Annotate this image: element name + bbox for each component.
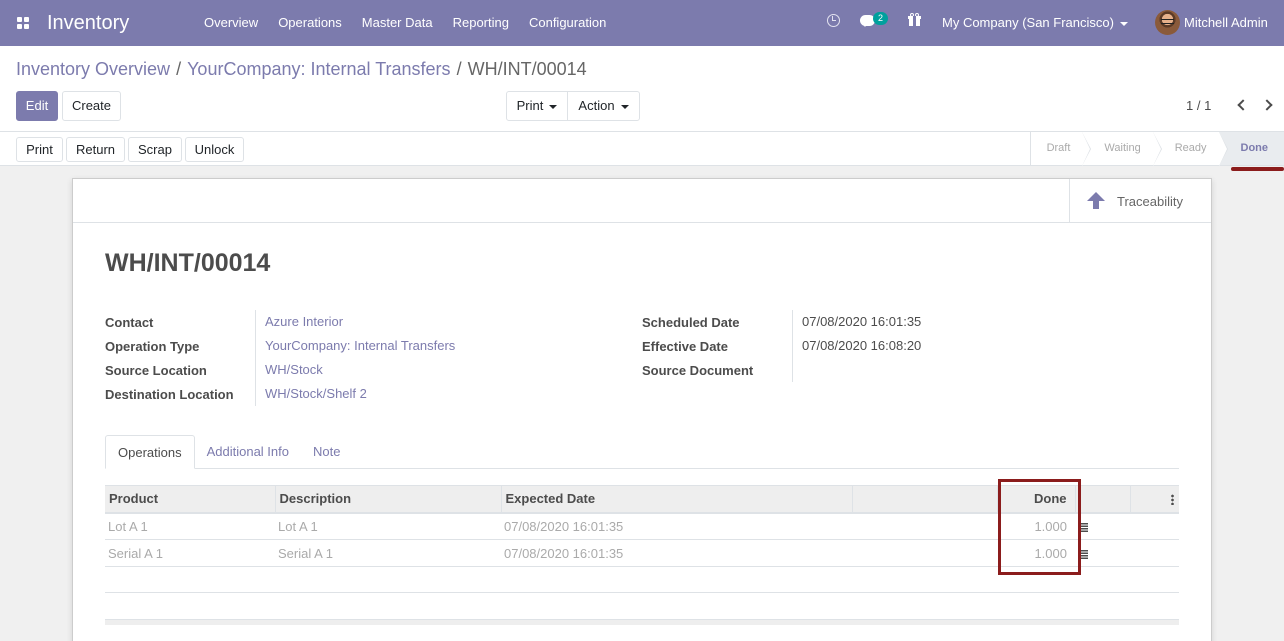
action-dropdown-label: Action <box>578 98 615 113</box>
breadcrumb-inventory-overview[interactable]: Inventory Overview <box>16 59 170 79</box>
cell-expected-date: 07/08/2020 16:01:35 <box>501 539 852 567</box>
tab-operations[interactable]: Operations <box>105 435 195 469</box>
field-label: Contact <box>105 314 154 330</box>
cell-spacer <box>852 512 997 540</box>
cell-product: Lot A 1 <box>105 512 275 540</box>
column-details <box>1074 485 1130 514</box>
operation-type-link[interactable]: YourCompany: Internal Transfers <box>255 334 455 358</box>
breadcrumb-separator: / <box>456 59 462 79</box>
field-destination-location: Destination Location WH/Stock/Shelf 2 <box>105 382 455 406</box>
stage-waiting: Waiting <box>1082 132 1163 166</box>
print-dropdown[interactable]: Print <box>506 91 568 121</box>
apps-menu-icon[interactable] <box>0 0 46 46</box>
field-label: Operation Type <box>105 338 200 354</box>
field-label: Source Location <box>105 362 207 378</box>
pager-value[interactable]: 1 / 1 <box>1186 98 1211 113</box>
traceability-button[interactable]: Traceability <box>1069 179 1211 223</box>
stage-ready: Ready <box>1152 132 1228 166</box>
destination-location-link[interactable]: WH/Stock/Shelf 2 <box>255 382 367 406</box>
chevron-down-icon <box>620 104 629 109</box>
field-label: Effective Date <box>642 338 728 354</box>
traceability-label: Traceability <box>1117 193 1183 209</box>
scrap-button[interactable]: Scrap <box>128 137 182 162</box>
app-brand[interactable]: Inventory <box>47 12 194 35</box>
source-location-link[interactable]: WH/Stock <box>255 358 323 382</box>
menu-master-data[interactable]: Master Data <box>352 0 443 46</box>
menu-configuration[interactable]: Configuration <box>519 0 616 46</box>
smart-button-box: Traceability <box>73 179 1211 223</box>
column-spacer <box>851 485 997 514</box>
cell-empty <box>1130 512 1179 540</box>
field-scheduled-date: Scheduled Date 07/08/2020 16:01:35 <box>642 310 921 334</box>
cell-description: Serial A 1 <box>275 539 501 567</box>
main-menu: Overview Operations Master Data Reportin… <box>194 0 616 46</box>
contact-link[interactable]: Azure Interior <box>255 310 343 334</box>
company-switcher[interactable]: My Company (San Francisco) <box>942 0 1128 46</box>
status-bar: Print Return Scrap Unlock Draft Waiting … <box>0 132 1284 166</box>
field-source-location: Source Location WH/Stock <box>105 358 455 382</box>
action-dropdown[interactable]: Action <box>567 91 640 121</box>
field-effective-date: Effective Date 07/08/2020 16:08:20 <box>642 334 921 358</box>
return-button[interactable]: Return <box>66 137 125 162</box>
menu-reporting[interactable]: Reporting <box>443 0 519 46</box>
stage-done: Done <box>1218 132 1284 165</box>
messages-badge: 2 <box>873 12 888 25</box>
cell-empty <box>1130 539 1179 567</box>
field-operation-type: Operation Type YourCompany: Internal Tra… <box>105 334 455 358</box>
field-label: Source Document <box>642 362 754 378</box>
scheduled-date-value: 07/08/2020 16:01:35 <box>792 310 921 334</box>
chevron-down-icon <box>549 104 558 109</box>
breadcrumb-current: WH/INT/00014 <box>467 59 587 79</box>
stage-pipeline: Draft Waiting Ready Done <box>1029 132 1284 166</box>
breadcrumb-internal-transfers[interactable]: YourCompany: Internal Transfers <box>187 59 450 79</box>
column-expected-date[interactable]: Expected Date <box>500 485 852 514</box>
arrow-up-icon <box>1086 191 1106 211</box>
cell-description: Lot A 1 <box>275 512 501 540</box>
chevron-down-icon <box>1119 21 1128 26</box>
field-label: Scheduled Date <box>642 314 740 330</box>
kebab-menu-icon <box>1171 494 1174 506</box>
edit-button[interactable]: Edit <box>16 91 58 121</box>
annotation-underline <box>1231 167 1284 171</box>
activity-clock-icon[interactable] <box>827 14 840 27</box>
right-field-group: Scheduled Date 07/08/2020 16:01:35 Effec… <box>642 310 921 382</box>
record-title: WH/INT/00014 <box>105 249 271 277</box>
table-footer <box>105 619 1179 625</box>
field-contact: Contact Azure Interior <box>105 310 455 334</box>
pager-previous-icon[interactable] <box>1237 99 1249 111</box>
annotation-highlight-box <box>998 479 1081 575</box>
menu-overview[interactable]: Overview <box>194 0 268 46</box>
cell-details <box>1075 539 1130 567</box>
gift-icon[interactable] <box>908 13 921 26</box>
cell-product: Serial A 1 <box>105 539 275 567</box>
cell-details <box>1075 512 1130 540</box>
notebook-tabs: Operations Additional Info Note <box>105 435 1179 469</box>
effective-date-value: 07/08/2020 16:08:20 <box>792 334 921 358</box>
source-document-value <box>792 358 802 382</box>
control-panel: Inventory Overview / YourCompany: Internal… <box>0 46 1284 132</box>
create-button[interactable]: Create <box>62 91 121 121</box>
unlock-button[interactable]: Unlock <box>185 137 244 162</box>
left-field-group: Contact Azure Interior Operation Type Yo… <box>105 310 455 406</box>
breadcrumb: Inventory Overview / YourCompany: Internal… <box>16 59 587 80</box>
column-product[interactable]: Product <box>105 485 275 514</box>
stage-draft: Draft <box>1030 132 1092 166</box>
company-name: My Company (San Francisco) <box>942 15 1114 30</box>
cell-spacer <box>852 539 997 567</box>
breadcrumb-separator: / <box>176 59 182 79</box>
user-avatar[interactable] <box>1155 10 1180 35</box>
pager-next-icon[interactable] <box>1261 99 1273 111</box>
user-menu[interactable]: Mitchell Admin <box>1184 0 1268 46</box>
field-source-document: Source Document <box>642 358 921 382</box>
cell-expected-date: 07/08/2020 16:01:35 <box>501 512 852 540</box>
print-dropdown-label: Print <box>516 98 544 113</box>
print-button[interactable]: Print <box>16 137 63 162</box>
menu-operations[interactable]: Operations <box>268 0 352 46</box>
column-description[interactable]: Description <box>274 485 501 514</box>
tab-additional-info[interactable]: Additional Info <box>195 435 301 469</box>
field-label: Destination Location <box>105 386 234 402</box>
optional-columns-toggle[interactable] <box>1129 485 1179 514</box>
tab-note[interactable]: Note <box>301 435 352 469</box>
